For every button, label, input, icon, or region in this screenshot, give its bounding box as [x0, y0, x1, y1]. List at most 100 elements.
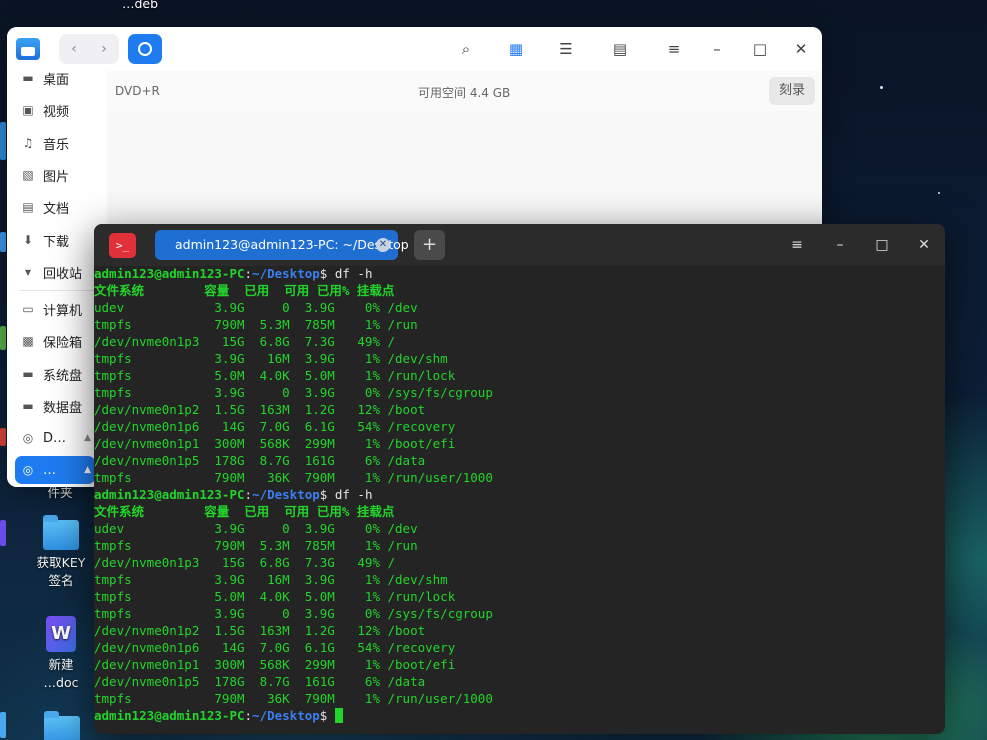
sidebar-item-trash[interactable]: ▾ 回收站	[15, 258, 95, 286]
sidebar-item-label: …	[43, 462, 56, 478]
desktop-icon-edge[interactable]	[0, 122, 6, 160]
df-output-row: tmpfs 5.0M 4.0K 5.0M 1% /run/lock	[94, 588, 456, 604]
maximize-icon[interactable]: □	[748, 37, 772, 61]
desktop-deb-label: …deb	[121, 0, 159, 11]
sidebar-item-vault[interactable]: ▩ 保险箱	[15, 327, 95, 355]
df-output-row: /dev/nvme0n1p6 14G 7.0G 6.1G 54% /recove…	[94, 418, 456, 434]
terminal-command: df -h	[334, 266, 373, 281]
prompt-user: admin123@admin123-PC	[94, 266, 245, 281]
df-output-row: /dev/nvme0n1p2 1.5G 163M 1.2G 12% /boot	[94, 622, 426, 638]
terminal-command: df -h	[334, 486, 373, 502]
sidebar-item-pictures[interactable]: ▧ 图片	[15, 161, 95, 189]
desktop-icon-edge[interactable]	[0, 428, 6, 446]
tab-title: admin123@admin123-PC: ~/Desktop	[175, 237, 409, 252]
file-manager-titlebar: ‹ › ⌕ ▦ ☰ ▤ ≡ – □ ✕	[7, 27, 822, 71]
folder-icon	[44, 711, 80, 740]
sidebar-item-label: 桌面	[43, 72, 70, 88]
prompt-user: admin123@admin123-PC	[94, 486, 245, 502]
sidebar-item-label: 音乐	[43, 137, 70, 153]
search-icon[interactable]: ⌕	[454, 37, 478, 61]
sidebar-item-downloads[interactable]: ⬇ 下载	[15, 226, 95, 254]
close-icon[interactable]: ✕	[913, 234, 935, 256]
tab-close-icon[interactable]: ✕	[376, 238, 390, 252]
df-output-row: /dev/nvme0n1p5 178G 8.7G 161G 6% /data	[94, 673, 426, 689]
df-output-row: tmpfs 790M 5.3M 785M 1% /run	[94, 316, 418, 332]
sidebar-item-label: 数据盘	[43, 400, 83, 416]
add-tab-button[interactable]: +	[414, 230, 445, 260]
sidebar-item-label: 保险箱	[43, 335, 83, 351]
desktop-icon-edge[interactable]	[0, 520, 6, 546]
df-header-row: 文件系统 容量 已用 可用 已用% 挂载点	[94, 282, 395, 298]
back-button[interactable]: ‹	[59, 34, 89, 64]
sidebar-item-disc-1[interactable]: ◎ D… ▲	[15, 424, 95, 452]
desktop-item-label: 获取KEY 签名	[36, 555, 86, 588]
df-output-row: /dev/nvme0n1p3 15G 6.8G 7.3G 49% /	[94, 554, 396, 570]
prompt-separator: :	[244, 266, 253, 281]
terminal-output[interactable]: admin123@admin123-PC:~/Desktop$ df -h 文件系…	[94, 266, 945, 734]
folder-icon	[43, 515, 79, 550]
eject-icon[interactable]: ▲	[84, 465, 91, 475]
desktop-item-folder[interactable]	[42, 711, 82, 740]
df-header-row: 文件系统 容量 已用 可用 已用% 挂载点	[94, 503, 395, 519]
menu-icon[interactable]: ≡	[786, 234, 808, 256]
sidebar-item-music[interactable]: ♫ 音乐	[15, 129, 95, 157]
disk-icon: ▬	[22, 367, 34, 381]
sidebar-item-computer[interactable]: ▭ 计算机	[15, 295, 95, 323]
prompt-dollar: $	[319, 266, 335, 281]
minimize-icon[interactable]: –	[829, 234, 851, 256]
breadcrumb-disc-button[interactable]	[128, 34, 162, 64]
prompt-path: ~/Desktop	[252, 486, 320, 502]
close-icon[interactable]: ✕	[789, 37, 813, 61]
burn-button[interactable]: 刻录	[769, 77, 815, 105]
prompt-user: admin123@admin123-PC	[94, 707, 245, 723]
prompt-path: ~/Desktop	[252, 266, 320, 281]
download-icon: ⬇	[22, 233, 34, 247]
desktop-icon-edge[interactable]	[0, 326, 6, 350]
prompt-dollar: $	[319, 486, 335, 502]
desktop-deb-file[interactable]: …deb	[100, 0, 180, 13]
forward-button[interactable]: ›	[89, 34, 119, 64]
sidebar-item-documents[interactable]: ▤ 文档	[15, 193, 95, 221]
df-output-row: /dev/nvme0n1p1 300M 568K 299M 1% /boot/e…	[94, 656, 456, 672]
sidebar-item-label: 回收站	[43, 266, 83, 282]
sidebar-item-system-disk[interactable]: ▬ 系统盘	[15, 360, 95, 388]
prompt-separator: :	[244, 707, 253, 723]
sidebar-item-videos[interactable]: ▣ 视频	[15, 96, 95, 124]
disc-info-bar: DVD+R 可用空间 4.4 GB 刻录	[107, 71, 822, 111]
prompt-path: ~/Desktop	[252, 707, 320, 723]
desktop-item-key-folder[interactable]: 获取KEY 签名	[28, 515, 94, 590]
detail-view-icon[interactable]: ▤	[608, 37, 632, 61]
terminal-titlebar: >_ admin123@admin123-PC: ~/Desktop ✕ + ≡…	[94, 224, 945, 266]
navigation-buttons: ‹ ›	[59, 34, 119, 64]
terminal-window: >_ admin123@admin123-PC: ~/Desktop ✕ + ≡…	[94, 224, 945, 734]
menu-icon[interactable]: ≡	[662, 37, 686, 61]
sidebar-item-disc-2[interactable]: ◎ … ▲	[15, 456, 95, 484]
sidebar-item-label: D…	[43, 430, 67, 446]
sidebar-item-label: 下载	[43, 234, 70, 250]
desktop-item-label: 件夹	[47, 485, 73, 500]
sidebar-item-desktop[interactable]: ▬ 桌面	[15, 64, 95, 92]
sidebar-item-label: 计算机	[43, 303, 83, 319]
list-view-icon[interactable]: ☰	[554, 37, 578, 61]
sidebar-item-label: 文档	[43, 201, 70, 217]
disk-icon: ▬	[22, 399, 34, 413]
terminal-prompt-line: admin123@admin123-PC:~/Desktop$ df -h	[94, 266, 945, 283]
disc-label: DVD+R	[115, 84, 160, 98]
maximize-icon[interactable]: □	[871, 234, 893, 256]
df-output-row: /dev/nvme0n1p6 14G 7.0G 6.1G 54% /recove…	[94, 639, 456, 655]
desktop-icon-edge[interactable]	[0, 232, 6, 252]
df-output-row: udev 3.9G 0 3.9G 0% /dev	[94, 299, 418, 315]
eject-icon[interactable]: ▲	[84, 433, 91, 443]
minimize-icon[interactable]: –	[705, 37, 729, 61]
df-output-row: tmpfs 3.9G 16M 3.9G 1% /dev/shm	[94, 350, 448, 366]
terminal-tab[interactable]: admin123@admin123-PC: ~/Desktop ✕	[155, 230, 409, 260]
desktop-item-new-doc[interactable]: W 新建 …doc	[28, 616, 94, 692]
sidebar-item-label: 图片	[43, 169, 70, 185]
sidebar-item-data-disk[interactable]: ▬ 数据盘	[15, 392, 95, 420]
desktop-icon-edge[interactable]	[0, 712, 6, 738]
df-output-row: tmpfs 3.9G 0 3.9G 0% /sys/fs/cgroup	[94, 384, 493, 400]
df-output-row: /dev/nvme0n1p1 300M 568K 299M 1% /boot/e…	[94, 435, 456, 451]
music-icon: ♫	[22, 136, 34, 150]
icon-view-icon[interactable]: ▦	[504, 37, 528, 61]
terminal-cursor	[334, 707, 343, 723]
